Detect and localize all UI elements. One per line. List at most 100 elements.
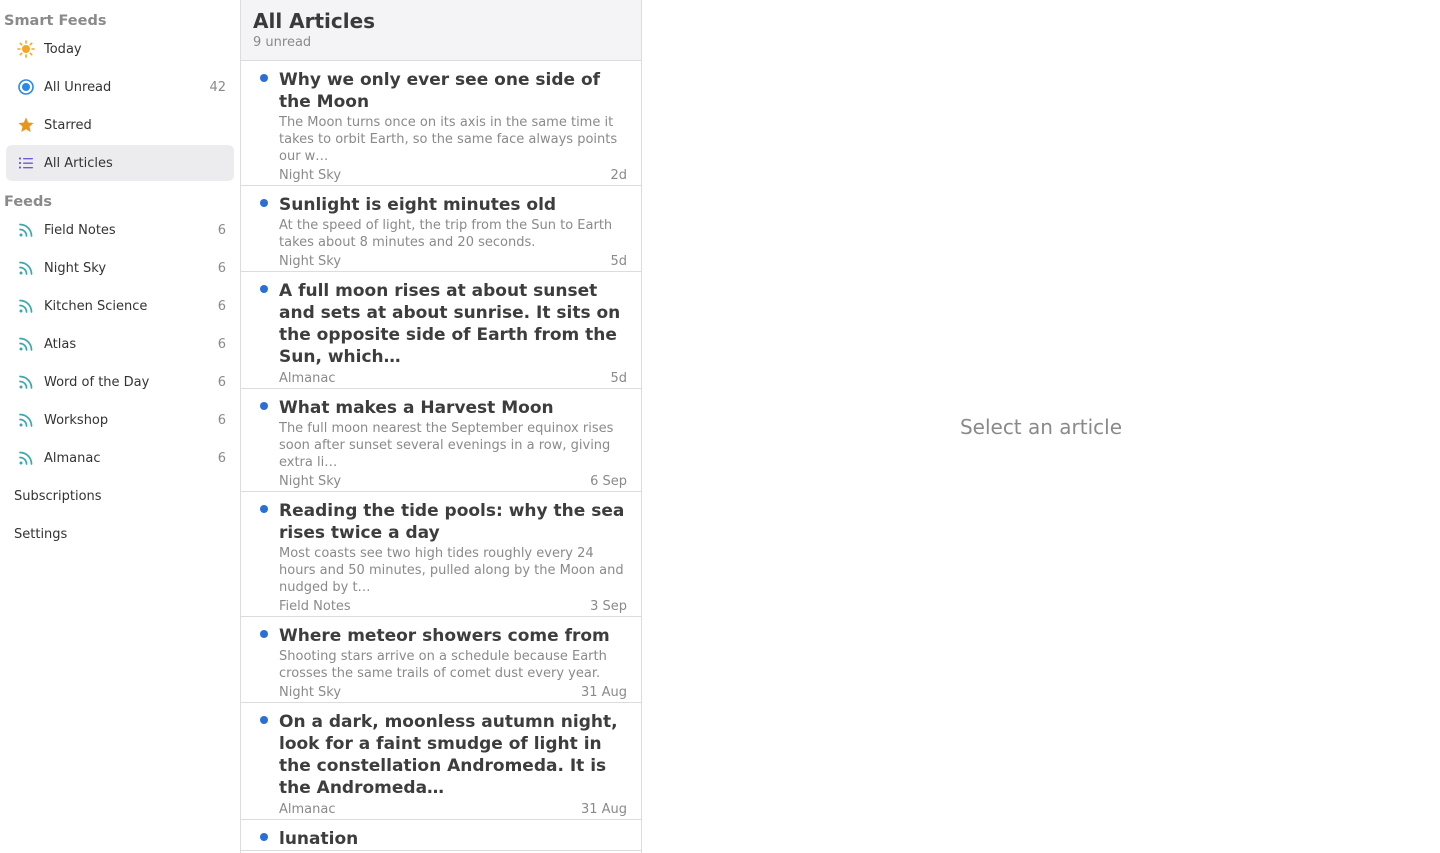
sidebar-item-label: Word of the Day [44, 374, 150, 390]
article-meta: Almanac 31 Aug [279, 801, 627, 819]
article-feed: Night Sky [279, 685, 342, 700]
article-row[interactable]: lunation [241, 820, 641, 851]
article-date: 31 Aug [580, 685, 627, 700]
unread-count: 6 [217, 412, 226, 428]
article-feed: Almanac [279, 802, 336, 817]
sun-icon [16, 39, 36, 59]
sidebar-item-today[interactable]: Today [6, 31, 234, 67]
sidebar-item-label: Workshop [44, 412, 109, 428]
feeds-heading: Feeds [4, 194, 52, 210]
article-row[interactable]: What makes a Harvest Moon The full moon n… [241, 389, 641, 492]
unread-dot-icon [260, 199, 268, 207]
sidebar-item-all-unread[interactable]: All Unread 42 [6, 69, 234, 105]
article-title: Where meteor showers come from [279, 626, 610, 646]
article-meta: Night Sky 5d [279, 253, 627, 271]
article-list-pane: All Articles 9 unread Why we only ever s… [240, 0, 642, 853]
article-snippet: The full moon nearest the September equi… [279, 421, 614, 470]
unread-count: 42 [209, 79, 226, 95]
unread-summary: 9 unread [253, 35, 312, 50]
article-title: What makes a Harvest Moon [279, 398, 554, 418]
sidebar: Smart Feeds Today All Unread 42 Starred … [0, 0, 240, 853]
article-meta: Night Sky 31 Aug [279, 684, 627, 702]
list-header: All Articles 9 unread [241, 0, 641, 61]
article-snippet: Shooting stars arrive on a schedule beca… [279, 649, 607, 681]
sidebar-item-feed[interactable]: Almanac 6 [6, 440, 234, 476]
rss-icon [16, 334, 36, 354]
empty-state-message: Select an article [959, 414, 1123, 439]
article-meta: Field Notes 3 Sep [279, 598, 627, 616]
article-date: 31 Aug [580, 802, 627, 817]
article-date: 5d [610, 371, 627, 386]
article-title: Why we only ever see one side of the Moo… [279, 70, 601, 112]
sidebar-item-feed[interactable]: Night Sky 6 [6, 250, 234, 286]
sidebar-item-label: Kitchen Science [44, 298, 148, 314]
sidebar-item-feed[interactable]: Word of the Day 6 [6, 364, 234, 400]
article-feed: Field Notes [279, 599, 351, 614]
article-feed: Night Sky [279, 474, 342, 489]
rss-icon [16, 296, 36, 316]
rss-icon [16, 448, 36, 468]
article-snippet: Most coasts see two high tides roughly e… [279, 546, 624, 595]
sidebar-item-feed[interactable]: Field Notes 6 [6, 212, 234, 248]
article-meta: Night Sky 2d [279, 167, 627, 185]
sidebar-item-label: Starred [44, 117, 92, 133]
rss-icon [16, 258, 36, 278]
article-list: Why we only ever see one side of the Moo… [241, 61, 641, 851]
rss-icon [16, 220, 36, 240]
article-snippet: The Moon turns once on its axis in the s… [279, 115, 618, 164]
article-row[interactable]: Sunlight is eight minutes old At the spee… [241, 186, 641, 272]
article-feed: Almanac [279, 371, 336, 386]
settings-link[interactable]: Settings [6, 515, 234, 553]
subscriptions-link[interactable]: Subscriptions [6, 477, 234, 515]
sidebar-item-label: Today [44, 41, 82, 57]
unread-count: 6 [217, 222, 226, 238]
article-row[interactable]: Why we only ever see one side of the Moo… [241, 61, 641, 186]
unread-circle-icon [16, 77, 36, 97]
sidebar-item-label: Atlas [44, 336, 77, 352]
sidebar-item-feed[interactable]: Workshop 6 [6, 402, 234, 438]
unread-dot-icon [260, 833, 268, 841]
rss-icon [16, 372, 36, 392]
article-feed: Night Sky [279, 168, 342, 183]
rss-icon [16, 410, 36, 430]
article-row[interactable]: Reading the tide pools: why the sea rise… [241, 492, 641, 617]
unread-count: 6 [217, 298, 226, 314]
article-title: lunation [279, 829, 359, 849]
article-row[interactable]: A full moon rises at about sunset and se… [241, 272, 641, 389]
unread-count: 6 [217, 450, 226, 466]
unread-dot-icon [260, 402, 268, 410]
sidebar-item-feed[interactable]: Atlas 6 [6, 326, 234, 362]
sidebar-item-all-articles[interactable]: All Articles [6, 145, 234, 181]
unread-dot-icon [260, 505, 268, 513]
article-date: 3 Sep [590, 599, 627, 614]
article-title: Reading the tide pools: why the sea rise… [279, 501, 625, 543]
unread-dot-icon [260, 716, 268, 724]
sidebar-item-label: Almanac [44, 450, 101, 466]
article-row[interactable]: Where meteor showers come from Shooting s… [241, 617, 641, 703]
list-title: All Articles [253, 9, 376, 33]
unread-count: 6 [217, 260, 226, 276]
article-row[interactable]: On a dark, moonless autumn night, look f… [241, 703, 641, 820]
list-icon [16, 153, 36, 173]
star-icon [16, 115, 36, 135]
sidebar-item-starred[interactable]: Starred [6, 107, 234, 143]
sidebar-item-label: All Articles [44, 155, 113, 171]
reader-pane: Select an article [642, 0, 1440, 853]
article-meta: Night Sky 6 Sep [279, 473, 627, 491]
article-snippet: At the speed of light, the trip from the… [279, 218, 613, 250]
article-date: 2d [610, 168, 627, 183]
sidebar-item-feed[interactable]: Kitchen Science 6 [6, 288, 234, 324]
article-title: A full moon rises at about sunset and se… [279, 281, 621, 367]
smart-feeds-heading: Smart Feeds [4, 13, 107, 29]
article-title: Sunlight is eight minutes old [279, 195, 557, 215]
article-date: 5d [610, 254, 627, 269]
unread-dot-icon [260, 74, 268, 82]
feed-list: Field Notes 6 Night Sky 6 Kitchen Science 6 At… [0, 212, 240, 476]
sidebar-item-label: All Unread [44, 79, 112, 95]
unread-count: 6 [217, 374, 226, 390]
unread-dot-icon [260, 630, 268, 638]
unread-count: 6 [217, 336, 226, 352]
unread-dot-icon [260, 285, 268, 293]
article-meta: Almanac 5d [279, 370, 627, 388]
article-date: 6 Sep [590, 474, 627, 489]
